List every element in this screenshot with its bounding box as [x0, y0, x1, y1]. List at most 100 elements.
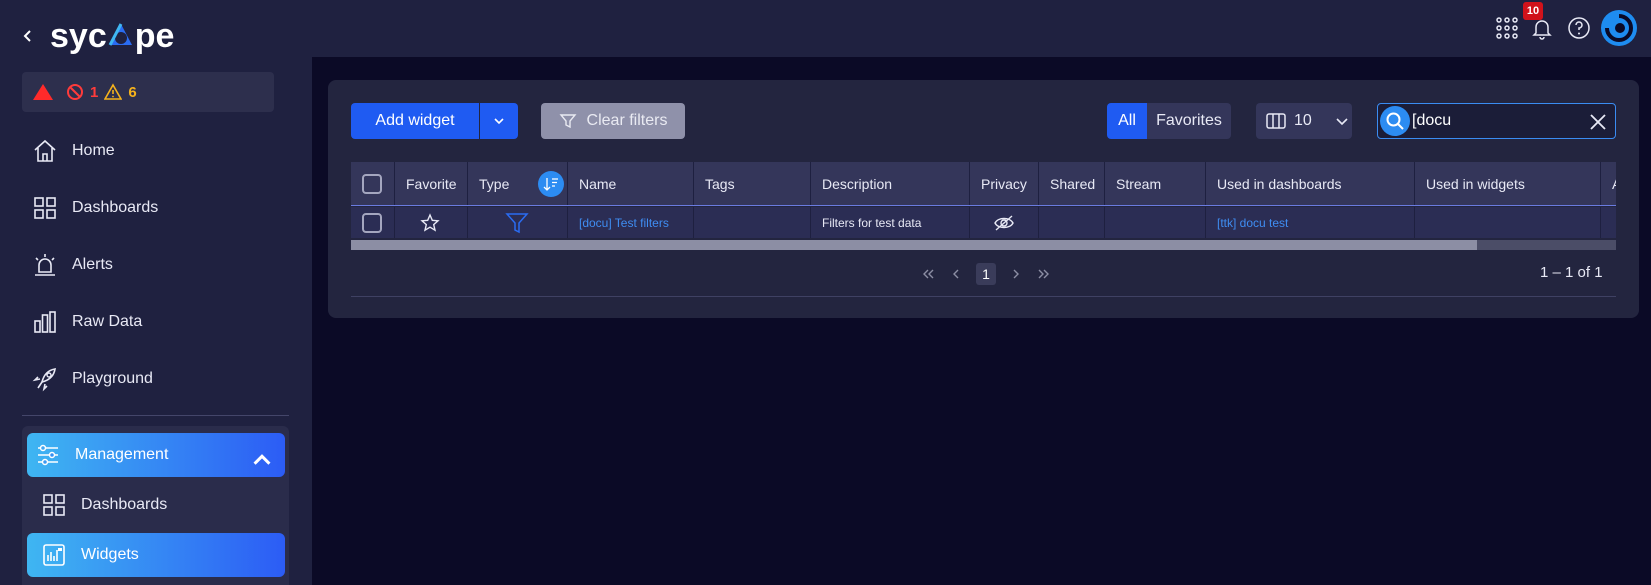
chevron-down-icon [494, 118, 504, 125]
chevron-down-icon [1336, 118, 1348, 126]
row-type [468, 207, 568, 238]
search-button[interactable] [1380, 106, 1410, 136]
first-page-icon[interactable] [920, 266, 936, 282]
nav-label: Dashboards [72, 199, 159, 216]
page-size-select[interactable]: 10 [1256, 103, 1352, 139]
filter-icon [505, 212, 529, 233]
pagination-range: 1 – 1 of 1 [1540, 264, 1603, 281]
blocked-count: 1 [90, 83, 99, 101]
row-stream [1105, 207, 1206, 238]
header-stream[interactable]: Stream [1105, 162, 1206, 205]
top-bar [312, 0, 1651, 57]
row-used-in-widgets [1415, 207, 1601, 238]
row-description: Filters for test data [811, 207, 970, 238]
chevron-up-icon [253, 454, 271, 465]
notification-badge: 10 [1523, 2, 1543, 20]
columns-icon [1266, 113, 1286, 129]
sort-button[interactable] [538, 171, 564, 197]
header-type-label: Type [479, 175, 510, 192]
widgets-table: Favorite Type Name Tags Description Priv… [351, 162, 1616, 252]
filter-all-tab[interactable]: All [1107, 103, 1147, 139]
header-select-all [351, 162, 395, 205]
widget-icon [43, 544, 65, 566]
close-icon[interactable] [1589, 113, 1607, 131]
help-icon[interactable] [1567, 16, 1591, 40]
rocket-icon [32, 368, 56, 392]
header-shared[interactable]: Shared [1039, 162, 1105, 205]
bar-chart-icon [34, 311, 56, 333]
sliders-icon [38, 444, 58, 466]
nav-item-playground[interactable]: Playground [32, 359, 153, 399]
star-icon[interactable] [420, 212, 440, 233]
header-favorite[interactable]: Favorite [395, 162, 468, 205]
submenu-label: Dashboards [81, 496, 168, 513]
home-icon [34, 139, 56, 162]
page-size-value: 10 [1294, 112, 1312, 129]
table-row[interactable]: [docu] Test filters Filters for test dat… [351, 207, 1616, 238]
logo-mark-icon [108, 23, 132, 46]
eye-off-icon [994, 214, 1014, 231]
management-toggle[interactable]: Management [27, 433, 285, 477]
add-widget-button[interactable]: Add widget [351, 103, 479, 139]
nav-item-home[interactable]: Home [32, 131, 115, 171]
header-privacy[interactable]: Privacy [970, 162, 1039, 205]
grid-icon [34, 197, 56, 219]
search-icon [1386, 112, 1404, 130]
warning-icon [104, 83, 123, 100]
row-used-in-dashboards-link[interactable]: [ttk] docu test [1206, 207, 1415, 238]
sidebar: syc pe 1 6 Home Dashboards Alerts Raw Da… [0, 0, 312, 585]
sidebar-divider [22, 415, 289, 416]
row-checkbox[interactable] [362, 212, 382, 233]
filter-favorites-tab[interactable]: Favorites [1147, 103, 1231, 139]
add-widget-dropdown-button[interactable] [480, 103, 518, 139]
filter-icon [559, 114, 577, 129]
row-privacy [970, 207, 1039, 238]
row-favorite [395, 207, 468, 238]
previous-page-icon[interactable] [948, 266, 964, 282]
nav-label: Home [72, 142, 115, 159]
horizontal-scrollbar-thumb[interactable] [351, 240, 1477, 250]
pagination: 1 [920, 262, 1052, 286]
nav-label: Raw Data [72, 313, 143, 330]
header-type[interactable]: Type [468, 162, 568, 205]
header-name[interactable]: Name [568, 162, 694, 205]
logo-row: syc pe [20, 16, 174, 56]
header-tags[interactable]: Tags [694, 162, 811, 205]
logo-text-a: syc [50, 16, 107, 55]
siren-icon [35, 254, 55, 276]
header-used-in-widgets[interactable]: Used in widgets [1415, 162, 1601, 205]
chevron-left-icon[interactable] [20, 28, 36, 44]
sort-descending-icon [543, 178, 558, 191]
nav-label: Alerts [72, 256, 113, 273]
warning-count: 6 [128, 83, 137, 101]
current-page[interactable]: 1 [976, 263, 996, 285]
critical-triangle-icon [33, 84, 53, 100]
nav-item-alerts[interactable]: Alerts [32, 245, 113, 285]
user-avatar[interactable] [1601, 10, 1637, 46]
select-all-checkbox[interactable] [362, 173, 382, 194]
nav-item-raw-data[interactable]: Raw Data [32, 302, 142, 342]
header-description[interactable]: Description [811, 162, 970, 205]
blocked-icon [67, 84, 83, 100]
row-select [351, 207, 395, 238]
logo-text-b: pe [134, 16, 175, 55]
apps-grid-icon[interactable] [1495, 16, 1519, 40]
row-name-link[interactable]: [docu] Test filters [568, 207, 694, 238]
search-box [1377, 103, 1616, 139]
last-page-icon[interactable] [1036, 266, 1052, 282]
table-header: Favorite Type Name Tags Description Priv… [351, 162, 1616, 206]
header-used-in-dashboards[interactable]: Used in dashboards [1206, 162, 1415, 205]
search-input[interactable] [1410, 112, 1580, 130]
row-tags [694, 207, 811, 238]
alarm-summary[interactable]: 1 6 [22, 72, 274, 112]
next-page-icon[interactable] [1008, 266, 1024, 282]
submenu-item-widgets[interactable]: Widgets [27, 533, 285, 577]
card-divider [351, 296, 1616, 297]
header-truncated[interactable]: A [1601, 162, 1616, 205]
avatar-icon [1603, 12, 1635, 44]
row-shared [1039, 207, 1105, 238]
nav-item-dashboards[interactable]: Dashboards [32, 188, 158, 228]
clear-filters-button[interactable]: Clear filters [541, 103, 685, 139]
submenu-item-dashboards[interactable]: Dashboards [27, 483, 285, 527]
sycope-logo[interactable]: syc pe [50, 17, 174, 56]
